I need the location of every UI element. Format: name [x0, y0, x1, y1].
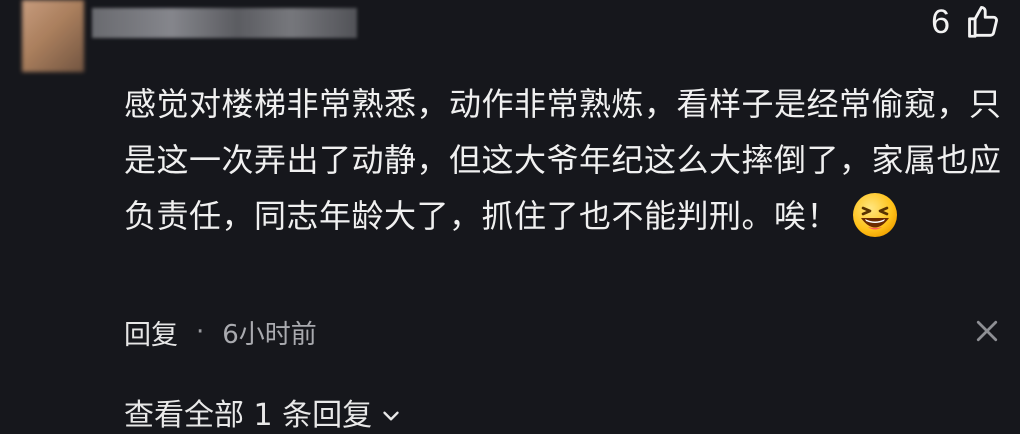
comment-body: 感觉对楼梯非常熟悉，动作非常熟炼，看样子是经常偷窥，只是这一次弄出了动静，但这大…: [124, 76, 1002, 244]
like-count: 6: [931, 3, 950, 41]
thumbs-up-icon[interactable]: [964, 3, 1002, 41]
comment-meta: 回复 · 6小时前: [124, 312, 317, 352]
close-icon[interactable]: [972, 316, 1002, 346]
username-blurred[interactable]: [92, 8, 357, 38]
chevron-down-icon: [383, 411, 399, 421]
view-all-replies-label: 查看全部 1 条回复: [124, 398, 373, 433]
reply-button[interactable]: 回复: [124, 313, 178, 352]
user-avatar-blurred[interactable]: [22, 0, 84, 72]
meta-separator: ·: [196, 317, 205, 347]
laughing-emoji-icon: [853, 193, 898, 237]
timestamp: 6小时前: [222, 319, 317, 350]
view-all-replies-link[interactable]: 查看全部 1 条回复: [124, 398, 404, 434]
